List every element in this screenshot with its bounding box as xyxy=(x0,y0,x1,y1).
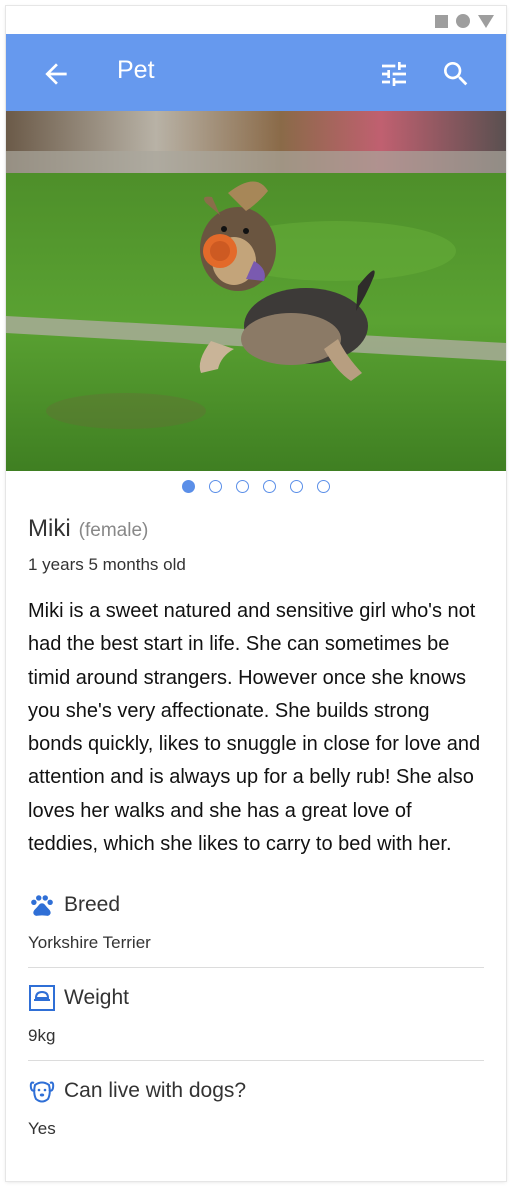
carousel-dot[interactable] xyxy=(290,479,303,493)
search-icon[interactable] xyxy=(440,58,472,90)
attribute-label: Weight xyxy=(64,986,129,1010)
tune-icon[interactable] xyxy=(378,58,410,90)
status-bar xyxy=(6,6,506,34)
attribute-label: Breed xyxy=(64,893,121,917)
carousel-dot[interactable] xyxy=(263,479,276,493)
carousel-indicator xyxy=(6,471,506,501)
attribute-value: 9kg xyxy=(28,1026,56,1046)
attribute-header: Breed xyxy=(28,891,484,919)
carousel-dot[interactable] xyxy=(317,479,330,493)
pet-sex: (female) xyxy=(78,520,149,541)
attribute-label: Can live with dogs? xyxy=(64,1079,247,1103)
attribute-weight: Weight 9kg xyxy=(28,968,484,1062)
name-row: Miki (female) xyxy=(28,515,484,543)
battery-triangle-icon xyxy=(478,14,494,28)
status-icons xyxy=(435,14,494,28)
attribute-value: Yorkshire Terrier xyxy=(28,933,151,953)
page-title: Pet xyxy=(117,56,155,84)
attribute-header: Can live with dogs? xyxy=(28,1077,484,1105)
attribute-breed: Breed Yorkshire Terrier xyxy=(28,875,484,969)
scale-icon xyxy=(28,984,56,1012)
attribute-list: Breed Yorkshire Terrier Weight 9kg Can l… xyxy=(28,875,484,1153)
pet-photo[interactable] xyxy=(6,111,506,471)
pet-age: 1 years 5 months old xyxy=(28,555,186,574)
attribute-header: Weight xyxy=(28,984,484,1012)
attribute-value: Yes xyxy=(28,1119,56,1139)
pet-description: Miki is a sweet natured and sensitive gi… xyxy=(28,600,481,856)
app-bar: Pet xyxy=(6,34,506,111)
paw-icon xyxy=(28,891,56,919)
carousel-dot[interactable] xyxy=(236,479,249,493)
phone-frame: Pet Miki (female) 1 years 5 months old M… xyxy=(6,6,506,1181)
wifi-dot-icon xyxy=(456,14,470,28)
arrow-back-icon[interactable] xyxy=(40,58,72,90)
carousel-dot[interactable] xyxy=(182,479,195,493)
dog-face-icon xyxy=(28,1077,56,1105)
signal-square-icon xyxy=(435,14,448,28)
attribute-dogs: Can live with dogs? Yes xyxy=(28,1061,484,1153)
pet-details: Miki (female) 1 years 5 months old Miki … xyxy=(6,515,506,1153)
carousel-dot[interactable] xyxy=(209,479,222,493)
pet-name: Miki xyxy=(28,515,71,542)
